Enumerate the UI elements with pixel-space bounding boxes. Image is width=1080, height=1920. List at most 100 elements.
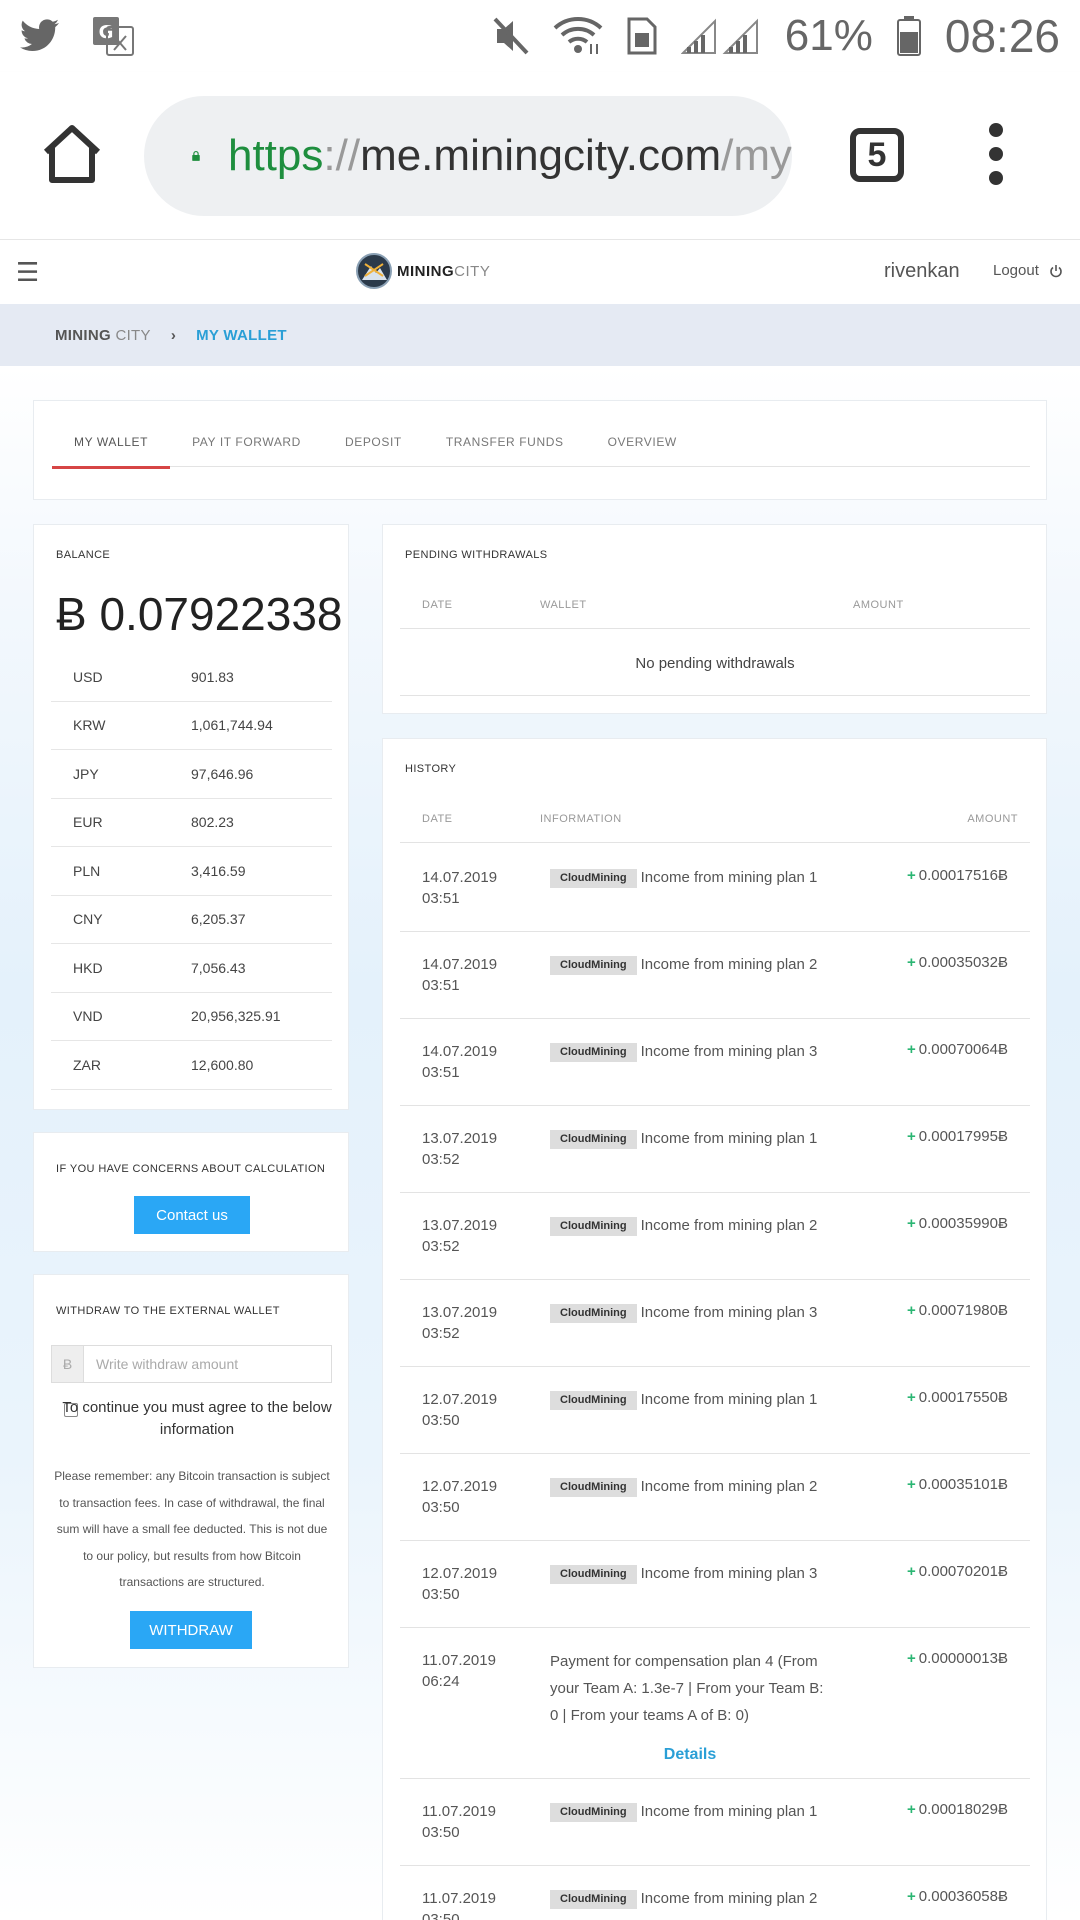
history-amount-value: 0.00017550Ƀ: [918, 1389, 1008, 1406]
history-date: 11.07.2019 03:50: [422, 1801, 522, 1843]
tab-deposit[interactable]: DEPOSIT: [323, 401, 424, 467]
currency-code: EUR: [73, 814, 103, 831]
history-row: 13.07.2019 03:52 CloudMining Income from mi…: [400, 1106, 1030, 1193]
plus-icon: +: [906, 1801, 916, 1818]
currency-row: EUR 802.23: [51, 799, 332, 847]
history-amount-value: 0.00000013Ƀ: [918, 1650, 1008, 1667]
history-information: CloudMining Income from mining plan 1: [550, 1128, 850, 1149]
history-info-text: Income from mining plan 3: [640, 1304, 818, 1321]
contact-us-button[interactable]: Contact us: [134, 1196, 250, 1234]
history-date-time: 03:51: [422, 890, 460, 907]
signal-icon: [680, 18, 758, 54]
history-amount: +0.00017995Ƀ: [907, 1128, 1008, 1145]
history-row: 14.07.2019 03:51 CloudMining Income from mi…: [400, 932, 1030, 1019]
history-amount-value: 0.00071980Ƀ: [918, 1302, 1008, 1319]
history-info-text: Income from mining plan 3: [640, 1043, 818, 1060]
logo-mark: [356, 253, 392, 289]
logout-button[interactable]: Logout: [993, 262, 1063, 279]
tab-switcher-button[interactable]: 5: [850, 128, 904, 182]
column-header-wallet: WALLET: [540, 599, 587, 611]
breadcrumb-separator: ›: [170, 326, 177, 344]
withdraw-button[interactable]: WITHDRAW: [130, 1611, 252, 1649]
history-information: CloudMining Income from mining plan 2: [550, 1476, 850, 1497]
details-link[interactable]: Details: [550, 1746, 830, 1764]
history-amount-value: 0.00070064Ƀ: [918, 1041, 1008, 1058]
history-date-day: 13.07.2019: [422, 1130, 498, 1147]
cloudmining-badge: CloudMining: [550, 1391, 637, 1410]
breadcrumb-current[interactable]: MY WALLET: [196, 327, 287, 344]
cloudmining-badge: CloudMining: [550, 869, 637, 888]
history-information: CloudMining Income from mining plan 1: [550, 867, 850, 888]
history-date-time: 03:50: [422, 1412, 460, 1429]
logo-text: MININGCITY: [397, 262, 491, 280]
history-info-text: Income from mining plan 2: [640, 1478, 818, 1495]
withdraw-notice: Please remember: any Bitcoin transaction…: [54, 1469, 330, 1589]
history-row: 14.07.2019 03:51 CloudMining Income from mi…: [400, 845, 1030, 932]
currency-row: VND 20,956,325.91: [51, 993, 332, 1041]
history-information: CloudMining Income from mining plan 2: [550, 954, 850, 975]
history-amount: +0.00070201Ƀ: [907, 1563, 1008, 1580]
username[interactable]: rivenkan: [884, 260, 960, 283]
history-information: Payment for compensation plan 4 (From yo…: [550, 1648, 830, 1729]
history-info-text: Income from mining plan 2: [640, 1890, 818, 1907]
balance-amount: Ƀ 0.07922338: [56, 588, 343, 640]
history-info-text: Income from mining plan 3: [640, 1565, 818, 1582]
currency-value: 12,600.80: [191, 1056, 254, 1073]
history-row: 11.07.2019 03:50 CloudMining Income from mi…: [400, 1779, 1030, 1866]
history-row: 12.07.2019 03:50 CloudMining Income from mi…: [400, 1454, 1030, 1541]
tab-overview[interactable]: OVERVIEW: [586, 401, 699, 467]
history-date-time: 03:52: [422, 1238, 460, 1255]
concerns-title: IF YOU HAVE CONCERNS ABOUT CALCULATION: [56, 1163, 326, 1175]
history-info-text: Income from mining plan 1: [640, 869, 818, 886]
currency-row: JPY 97,646.96: [51, 750, 332, 799]
history-date: 14.07.2019 03:51: [422, 867, 522, 909]
agree-label: To continue you must agree to the below …: [62, 1399, 332, 1438]
url-text: https://me.miningcity.com/my: [227, 131, 792, 180]
logout-label: Logout: [993, 262, 1039, 279]
currency-table: USD 901.83 KRW 1,061,744.94 JPY 97,646.96 E…: [51, 653, 332, 1090]
currency-code: JPY: [73, 765, 99, 782]
breadcrumb-home[interactable]: MINING CITY: [55, 327, 151, 344]
history-info-text: Income from mining plan 1: [640, 1130, 818, 1147]
logo[interactable]: MININGCITY: [355, 252, 490, 290]
currency-row: KRW 1,061,744.94: [51, 702, 332, 750]
history-date-time: 03:50: [422, 1824, 460, 1841]
history-date: 13.07.2019 03:52: [422, 1128, 522, 1170]
history-date-day: 12.07.2019: [422, 1478, 498, 1495]
currency-row: CNY 6,205.37: [51, 896, 332, 944]
history-amount-value: 0.00036058Ƀ: [918, 1888, 1008, 1905]
history-row: 14.07.2019 03:51 CloudMining Income from mi…: [400, 1019, 1030, 1106]
balance-title: BALANCE: [56, 549, 111, 561]
history-amount: +0.00035101Ƀ: [907, 1476, 1008, 1493]
history-date: 14.07.2019 03:51: [422, 954, 522, 996]
clock: 08:26: [944, 10, 1060, 62]
pending-title: PENDING WITHDRAWALS: [405, 549, 548, 561]
address-bar[interactable]: https://me.miningcity.com/my: [144, 96, 792, 216]
hamburger-icon[interactable]: ☰: [16, 257, 39, 288]
battery-icon: [896, 16, 921, 56]
translate-icon: G: [93, 17, 134, 56]
currency-value: 1,061,744.94: [191, 717, 273, 734]
history-date-day: 11.07.2019: [422, 1890, 496, 1907]
column-header-date: DATE: [422, 813, 453, 825]
cloudmining-badge: CloudMining: [550, 1803, 637, 1822]
history-amount: +0.00036058Ƀ: [907, 1888, 1008, 1905]
history-amount-value: 0.00070201Ƀ: [918, 1563, 1008, 1580]
tab-my-wallet[interactable]: MY WALLET: [52, 401, 171, 469]
tab-transfer-funds[interactable]: TRANSFER FUNDS: [424, 401, 586, 467]
twitter-icon: [20, 19, 59, 52]
currency-code: VND: [73, 1008, 103, 1025]
more-vert-icon[interactable]: [984, 122, 1008, 186]
mute-icon: [493, 17, 529, 55]
tab-pay-it-forward[interactable]: PAY IT FORWARD: [170, 401, 323, 467]
history-date-day: 11.07.2019: [422, 1803, 496, 1820]
currency-code: USD: [73, 668, 103, 685]
withdraw-amount-input[interactable]: [84, 1356, 331, 1372]
history-date-time: 03:52: [422, 1325, 460, 1342]
history-amount-value: 0.00035990Ƀ: [918, 1215, 1008, 1232]
history-date: 11.07.2019 03:50: [422, 1888, 522, 1920]
history-date-day: 12.07.2019: [422, 1565, 498, 1582]
history-date-time: 03:52: [422, 1151, 460, 1168]
home-icon[interactable]: [40, 122, 104, 186]
history-amount: +0.00000013Ƀ: [907, 1650, 1008, 1667]
